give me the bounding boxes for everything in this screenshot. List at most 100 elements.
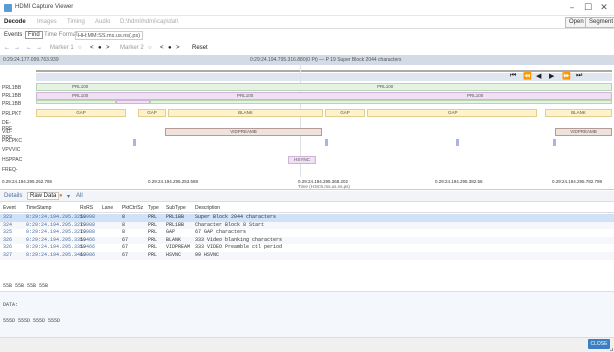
prl-mini-bar-3[interactable]: [150, 100, 612, 104]
marker2-label: Marker 2: [120, 45, 144, 51]
cell-type: PRL: [148, 252, 158, 258]
marker1-label: Marker 1: [50, 45, 74, 51]
menu-images[interactable]: Images: [37, 19, 57, 25]
col-header[interactable]: SubType: [166, 205, 186, 211]
col-header[interactable]: Event: [3, 205, 16, 211]
table-row[interactable]: 325 0:29:24.194.295.327.988 19 8 PRL GAP…: [0, 229, 614, 237]
first-icon[interactable]: ⏮: [510, 72, 516, 80]
gap-bar-3[interactable]: GAP: [325, 109, 365, 117]
cell-type: PRL: [148, 221, 158, 228]
marker2-next-icon[interactable]: >: [176, 45, 180, 51]
cell-description: Character Block 8 Start: [195, 221, 265, 228]
table-row[interactable]: 327 0:29:24.194.295.346.986 19 67 PRL HS…: [0, 252, 614, 260]
minimize-button[interactable]: –: [566, 3, 578, 13]
col-header[interactable]: Type: [148, 205, 159, 211]
prl-mini-bar-2[interactable]: [116, 100, 150, 104]
info-right: 0:29:24.194.795.316.880(0 Pt) — P 19 Sup…: [250, 57, 402, 63]
table-row[interactable]: 324 0:29:24.194.295.327.988 19 8 PRL PRL…: [0, 221, 614, 230]
time-format-select[interactable]: HH:MM:SS.ms.us.ns(.ps): [75, 31, 144, 40]
info-bar: 0:29:24.177.099.763.939 0:29:24.194.795.…: [0, 55, 614, 65]
cell-rx: 19: [80, 252, 87, 258]
gap-bar[interactable]: GAP: [36, 109, 126, 117]
bar-label: PRL100: [237, 93, 254, 98]
forward-arrow-icon[interactable]: →: [14, 45, 20, 51]
filter-all[interactable]: All: [76, 193, 83, 199]
vidpreamb-bar[interactable]: VIDPREAMB: [165, 128, 322, 136]
menu-audio[interactable]: Audio: [95, 19, 110, 25]
table-header: Event TimeStamp RxRS Lane PktCtr/Sz Type…: [0, 203, 614, 213]
segment-button[interactable]: Segment: [585, 17, 614, 28]
col-header[interactable]: Lane: [102, 205, 113, 211]
back-arrow-icon-2[interactable]: ←: [26, 45, 32, 51]
fast-forward-icon[interactable]: ⏩: [562, 72, 571, 80]
app-icon: [4, 4, 12, 12]
cell-subtype: PRL1BB: [166, 221, 185, 228]
tab-details[interactable]: Details: [4, 193, 22, 199]
bar-label: PRL100: [72, 93, 89, 98]
blank-bar[interactable]: BLANK: [168, 109, 323, 117]
reset-button[interactable]: Reset: [192, 45, 208, 51]
cell-rx: 19: [80, 236, 87, 243]
cell-subtype: VIDPREAM: [166, 244, 191, 251]
table-row[interactable]: 326 0:29:24.194.295.335.466 19 67 PRL VI…: [0, 244, 614, 252]
forward-arrow-icon-2[interactable]: →: [36, 45, 42, 51]
close-panel-button[interactable]: CLOSE: [588, 339, 610, 349]
next-icon[interactable]: ▶: [549, 72, 554, 80]
marker1-circle-icon[interactable]: ○: [78, 45, 82, 51]
cell-description: 99 HSVNC: [195, 252, 220, 258]
marker2-dot-icon[interactable]: ●: [168, 45, 172, 51]
hex-values: 55B 55B 55B 55B: [3, 283, 49, 289]
status-bar: [0, 337, 614, 352]
timeline-nav: ⏮ ⏪ ◀ ▶ ⏩ ⏭: [36, 72, 612, 81]
cell-subtype: GAP: [166, 229, 176, 236]
filter-dot-icon[interactable]: ●: [59, 193, 63, 199]
prl100-bar-2[interactable]: PRL100 PRL100 PRL100: [36, 92, 612, 100]
marker1-prev-icon[interactable]: <: [90, 45, 94, 51]
find-button[interactable]: Find: [25, 31, 43, 39]
table-row[interactable]: 326 0:29:24.194.295.335.466 19 67 PRL BL…: [0, 236, 614, 245]
maximize-button[interactable]: ☐: [582, 3, 594, 13]
tick-label: 0.29:24.194.295.782.799: [552, 179, 603, 184]
col-header[interactable]: Description: [195, 205, 220, 211]
cell-subtype: BLANK: [166, 236, 182, 243]
marker2-prev-icon[interactable]: <: [160, 45, 164, 51]
cell-ctr: 67: [122, 252, 129, 258]
gap-bar-2[interactable]: GAP: [138, 109, 166, 117]
hsync-bar[interactable]: HSYNC: [288, 156, 316, 164]
col-header[interactable]: RxRS: [80, 205, 93, 211]
time-format-label: Time Format: [44, 32, 78, 38]
cell-rx: 19: [80, 214, 87, 220]
marker1-dot-icon[interactable]: ●: [98, 45, 102, 51]
menu-timing[interactable]: Timing: [67, 19, 85, 25]
table-row[interactable]: 323 0:29:24.194.295.325.998 19 8 PRL PRL…: [0, 214, 614, 222]
tab-raw-data[interactable]: Raw Data: [27, 192, 60, 200]
back-arrow-icon[interactable]: ←: [4, 45, 10, 51]
menu-bar: Decode Images Timing Audio D:\hdmi\hdmi\…: [0, 16, 614, 29]
timeline[interactable]: PRL1BB PRL1BB PRL1BB PRLPKT DE-PRE VID-P…: [0, 65, 614, 190]
last-icon[interactable]: ⏭: [576, 72, 582, 80]
rewind-icon[interactable]: ⏪: [523, 72, 532, 80]
vidpreamb-bar-2[interactable]: VIDPREAMB: [555, 128, 612, 136]
prl100-bar[interactable]: PRL100 PRL100: [36, 83, 612, 91]
gap-bar-4[interactable]: GAP: [367, 109, 537, 117]
col-header[interactable]: PktCtr/Sz: [122, 205, 143, 211]
marker1-next-icon[interactable]: >: [106, 45, 110, 51]
cell-event: 324: [3, 221, 13, 228]
row-label: PRL1BB: [2, 93, 22, 99]
close-button[interactable]: ✕: [598, 3, 610, 13]
resize-grip-icon[interactable]: [610, 348, 613, 351]
menu-decode[interactable]: Decode: [4, 19, 26, 25]
prl-mini-bar[interactable]: [36, 100, 116, 104]
blank-bar-2[interactable]: BLANK: [545, 109, 612, 117]
tick-label: 0.29:24.194.295.382.56: [435, 179, 483, 184]
cell-subtype: HSVNC: [166, 252, 182, 258]
cell-event: 323: [3, 214, 13, 220]
cell-event: 326: [3, 244, 13, 251]
row-label: PRLPKC: [2, 138, 23, 144]
col-header[interactable]: TimeStamp: [26, 205, 51, 211]
cell-ctr: 67: [122, 236, 129, 243]
marker2-circle-icon[interactable]: ○: [148, 45, 152, 51]
prev-icon[interactable]: ◀: [536, 72, 541, 80]
filter-dropdown-icon[interactable]: ▾: [67, 193, 70, 200]
events-label[interactable]: Events: [4, 32, 22, 38]
